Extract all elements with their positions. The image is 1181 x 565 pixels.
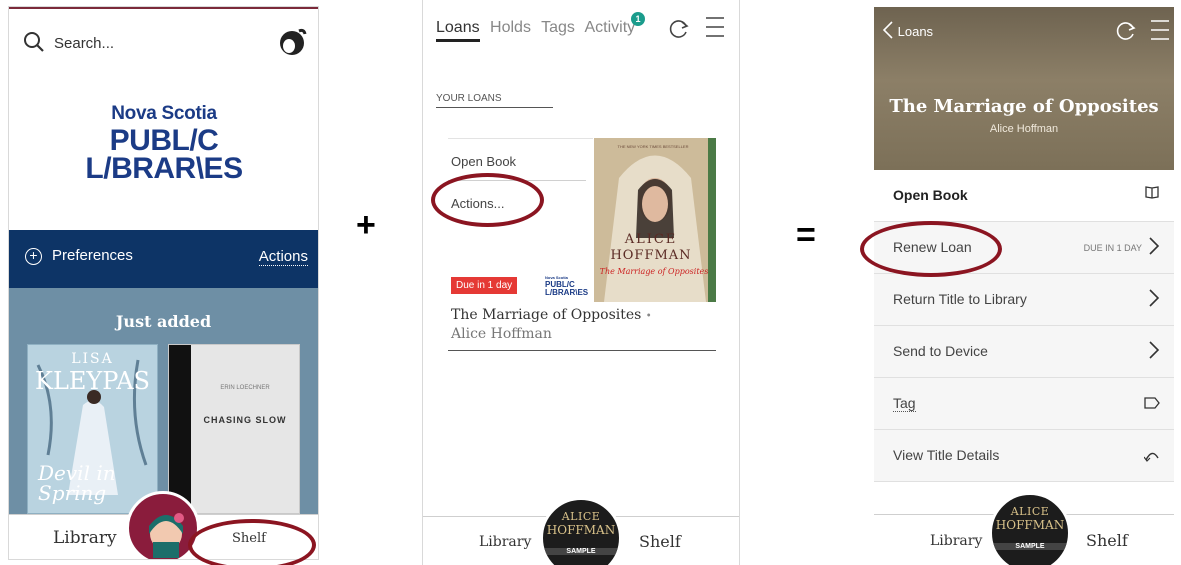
sample-cover-line-2: HOFFMAN (546, 523, 616, 537)
cover-author-first: ALICE (624, 232, 678, 247)
cover-author-last: KLEYPAS (35, 367, 150, 395)
section-label: YOUR LOANS (436, 93, 553, 108)
due-meta: DUE IN 1 DAY (1083, 243, 1142, 253)
tab-holds[interactable]: Holds (490, 19, 531, 36)
sample-cover-line-1: ALICE (1010, 505, 1050, 518)
sample-cover-line-2: HOFFMAN (995, 518, 1065, 532)
book-icon (1145, 186, 1159, 199)
cover-author-last: HOFFMAN (610, 248, 692, 263)
nav-shelf-button[interactable]: Shelf (1086, 531, 1128, 550)
plus-circle-icon[interactable]: + (25, 248, 42, 265)
tab-activity[interactable]: Activity (584, 19, 635, 36)
highlight-oval-actions (431, 173, 544, 227)
highlight-oval-shelf (188, 519, 316, 565)
undo-icon (1144, 452, 1159, 462)
top-accent-line (9, 7, 318, 9)
cover-author: ERIN LOECHNER (220, 385, 270, 391)
logo-line-2: PUBL/C (109, 124, 219, 157)
back-label: Loans (897, 24, 934, 39)
search-placeholder: Search... (54, 35, 115, 52)
actions-button[interactable]: Actions (258, 248, 308, 266)
send-to-device-row[interactable]: Send to Device (874, 326, 1174, 378)
cover-title: The Marriage of Opposites (599, 267, 709, 276)
current-book-button[interactable]: ALICE HOFFMAN SAMPLE (540, 497, 622, 565)
nav-library-button[interactable]: Library (53, 528, 117, 548)
preferences-bar: + Preferences Actions (9, 230, 318, 288)
library-home-panel: Search... Nova Scotia PUBL/C L/BRAR\ES +… (8, 6, 319, 560)
cover-title: Devil in Spring (38, 461, 116, 505)
tab-bar: Loans Holds Tags Activity (436, 19, 641, 42)
row-label: Tag (893, 395, 916, 412)
book-cover-marriage-of-opposites[interactable]: THE NEW YORK TIMES BESTSELLER ALICE HOFF… (594, 138, 716, 302)
open-book-row[interactable]: Open Book (874, 170, 1174, 222)
refresh-icon[interactable] (1115, 20, 1137, 47)
row-label: Open Book (893, 187, 968, 203)
tag-icon (1144, 397, 1160, 409)
menu-divider (448, 138, 593, 139)
search-icon (24, 32, 44, 52)
tab-tags[interactable]: Tags (541, 19, 575, 36)
preferences-button[interactable]: Preferences (52, 247, 133, 264)
highlight-oval-renew-loan (860, 221, 1002, 277)
tag-row[interactable]: Tag (874, 378, 1174, 430)
shelf-heading: Just added (115, 312, 212, 331)
hero-title: The Marriage of Opposites (889, 96, 1159, 117)
nav-shelf-button[interactable]: Shelf (639, 532, 681, 551)
book-title[interactable]: The Marriage of Opposites • (451, 307, 652, 323)
bullet-icon: • (645, 311, 652, 322)
chevron-right-icon (1149, 237, 1160, 255)
row-label: View Title Details (893, 447, 1000, 463)
book-author: Alice Hoffman (451, 326, 552, 342)
chevron-right-icon (1149, 289, 1160, 307)
logo-line-1: Nova Scotia (111, 103, 217, 124)
loan-actions-panel: Loans The Marriage of Opposites Alice Ho… (874, 0, 1174, 565)
avatar-icon[interactable] (277, 26, 307, 56)
chevron-right-icon (1149, 341, 1160, 359)
nav-library-button[interactable]: Library (479, 534, 531, 550)
book-title-text: The Marriage of Opposites (451, 307, 642, 323)
search-bar[interactable]: Search... (23, 31, 223, 57)
activity-badge: 1 (631, 12, 645, 26)
hamburger-menu-icon[interactable] (706, 15, 726, 44)
view-title-details-row[interactable]: View Title Details (874, 430, 1174, 482)
row-label: Return Title to Library (893, 291, 1027, 307)
back-button[interactable]: Loans (882, 21, 933, 39)
row-label: Send to Device (893, 343, 988, 359)
tab-loans[interactable]: Loans (436, 19, 480, 42)
sample-cover-line-1: ALICE (561, 510, 601, 523)
hamburger-menu-icon[interactable] (1151, 18, 1171, 47)
loans-panel: Loans Holds Tags Activity 1 YOUR LOANS O… (422, 0, 740, 565)
book-cover-chasing-slow[interactable]: ERIN LOECHNER CHASING SLOW (168, 344, 300, 514)
refresh-icon[interactable] (668, 18, 690, 45)
equals-operator: = (796, 216, 816, 254)
mini-library-logo: Nova Scotia PUBL/C L/BRAR\ES (545, 275, 588, 297)
cover-author-first: LISA (71, 351, 114, 367)
title-underline (448, 350, 716, 351)
sample-tag: SAMPLE (992, 543, 1068, 550)
return-title-row[interactable]: Return Title to Library (874, 274, 1174, 326)
logo-line-3: L/BRAR\ES (85, 152, 243, 185)
mini-logo-line-3: L/BRAR\ES (545, 288, 589, 297)
open-book-menu-item[interactable]: Open Book (451, 154, 516, 169)
current-book-button[interactable]: ALICE HOFFMAN SAMPLE (989, 492, 1071, 565)
cover-tagline: THE NEW YORK TIMES BESTSELLER (617, 144, 689, 149)
hero-author: Alice Hoffman (989, 123, 1059, 135)
cover-title: CHASING SLOW (203, 415, 287, 425)
plus-operator: + (356, 206, 376, 244)
book-cover-devil-in-spring[interactable]: LISA KLEYPAS Devil in Spring (27, 344, 158, 514)
due-badge: Due in 1 day (451, 277, 518, 294)
sample-tag: SAMPLE (543, 548, 619, 555)
nav-library-button[interactable]: Library (930, 533, 982, 549)
chevron-left-icon (882, 21, 893, 39)
